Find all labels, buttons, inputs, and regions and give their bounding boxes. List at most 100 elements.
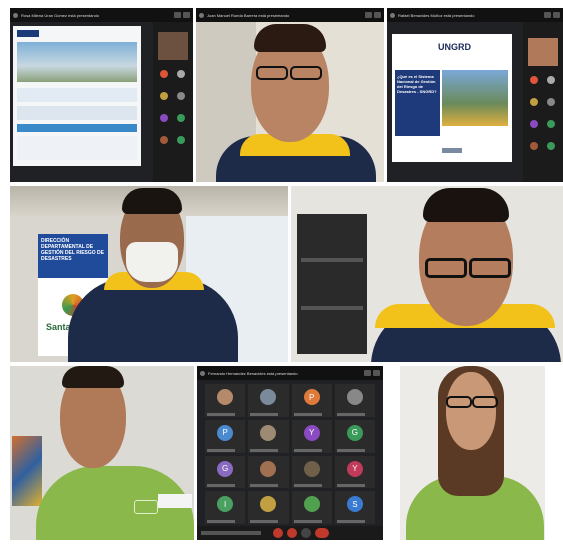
participant-name xyxy=(207,412,236,416)
participant-name xyxy=(336,412,365,416)
participant-avatar xyxy=(303,496,320,513)
participant-jacket xyxy=(68,278,238,362)
window-titlebar: Juan Manuel Rueda Barrera está presentan… xyxy=(196,8,384,22)
participant-avatar: I xyxy=(217,496,234,513)
ungrd-logo: UNGRD xyxy=(438,42,471,52)
video-tile-presentation-right[interactable]: Rafael Benavides Muñoz está presentando … xyxy=(387,8,563,182)
shared-slide: UNGRD ¿Qué es el Sistema Nacional de Ges… xyxy=(392,34,512,162)
layout-button[interactable] xyxy=(364,370,371,376)
participant-hair xyxy=(62,366,124,388)
participant-cell[interactable]: Y xyxy=(334,455,375,489)
participant-name xyxy=(207,484,236,488)
video-toggle-button[interactable] xyxy=(287,528,297,538)
participant-icon xyxy=(530,76,538,84)
glasses xyxy=(290,66,322,80)
participant-name xyxy=(250,412,279,416)
participant-icon xyxy=(547,142,555,150)
participant-cell[interactable]: S xyxy=(334,491,375,524)
participant-name xyxy=(293,448,322,452)
participant-icon xyxy=(530,98,538,106)
participant-list-left xyxy=(386,366,400,540)
participant-name xyxy=(250,520,279,523)
layout-button[interactable] xyxy=(174,12,181,18)
participant-cell[interactable] xyxy=(248,384,289,417)
avatar-icon xyxy=(390,12,395,18)
participant-cell[interactable]: P xyxy=(291,384,332,417)
layout-button[interactable] xyxy=(544,12,551,18)
glasses xyxy=(446,396,472,408)
participant-cell[interactable] xyxy=(334,384,375,417)
video-tile-green-polo-woman[interactable] xyxy=(386,366,563,540)
participant-avatar: S xyxy=(346,496,363,513)
avatar-icon xyxy=(13,12,18,18)
participant-icon xyxy=(547,120,555,128)
layout-button[interactable] xyxy=(365,12,372,18)
participant-cell[interactable]: I xyxy=(205,491,246,524)
doc-row xyxy=(17,124,137,132)
participant-avatar xyxy=(346,389,363,406)
participant-thumbnail[interactable] xyxy=(528,38,558,66)
video-tile-speaker-top[interactable]: Juan Manuel Rueda Barrera está presentan… xyxy=(196,8,384,182)
participant-cell[interactable] xyxy=(291,491,332,524)
participant-sidebar xyxy=(153,22,193,182)
glasses xyxy=(472,396,498,408)
participant-icon xyxy=(530,120,538,128)
more-button[interactable] xyxy=(374,12,381,18)
slide-footer-logo xyxy=(442,148,462,153)
participant-cell[interactable] xyxy=(248,419,289,453)
participant-list-right xyxy=(545,366,563,540)
present-button[interactable] xyxy=(301,528,311,538)
participant-name xyxy=(336,448,365,452)
participant-avatar xyxy=(260,496,277,513)
participant-cell[interactable]: Y xyxy=(291,419,332,453)
slide-question: ¿Qué es el Sistema Nacional de Gestión d… xyxy=(397,74,437,94)
video-tile-presentation-left[interactable]: Rosa Milena Uran Gomez está presentando xyxy=(10,8,193,182)
participant-name xyxy=(293,412,322,416)
participant-grid: P P Y G G Y I S xyxy=(205,384,375,524)
participant-icon xyxy=(160,70,168,78)
participant-hair xyxy=(122,188,182,214)
participant-thumbnail[interactable] xyxy=(158,32,188,60)
participant-name xyxy=(207,448,236,452)
face-mask xyxy=(126,242,178,282)
participant-cell[interactable]: P xyxy=(205,419,246,453)
banner-header: DIRECCIÓN DEPARTAMENTAL DE GESTIÓN DEL R… xyxy=(38,234,108,278)
doc-row xyxy=(17,88,137,102)
video-tile-masked-speaker[interactable]: DIRECCIÓN DEPARTAMENTAL DE GESTIÓN DEL R… xyxy=(10,186,288,362)
shelf xyxy=(301,258,363,262)
video-tile-green-polo-man[interactable] xyxy=(10,366,194,540)
participant-cell[interactable] xyxy=(248,491,289,524)
glasses xyxy=(469,258,511,278)
more-button[interactable] xyxy=(183,12,190,18)
participant-icon xyxy=(547,76,555,84)
avatar-icon xyxy=(200,370,205,376)
avatar-icon xyxy=(199,12,204,18)
mute-button[interactable] xyxy=(273,528,283,538)
participant-cell[interactable] xyxy=(248,455,289,489)
more-button[interactable] xyxy=(373,370,380,376)
participant-cell[interactable]: G xyxy=(205,455,246,489)
meeting-gallery-window[interactable]: Fernando Hernandez Benavides está presen… xyxy=(197,366,383,540)
hangup-button[interactable] xyxy=(315,528,329,538)
presenter-title: Rosa Milena Uran Gomez está presentando xyxy=(21,12,100,18)
more-button[interactable] xyxy=(553,12,560,18)
participant-name xyxy=(250,448,279,452)
participant-avatar: P xyxy=(217,424,234,441)
participant-avatar: P xyxy=(303,389,320,406)
window-titlebar: Rosa Milena Uran Gomez está presentando xyxy=(10,8,193,22)
meeting-name-field xyxy=(201,531,261,535)
shelf xyxy=(301,306,363,310)
participant-cell[interactable] xyxy=(205,384,246,417)
participant-avatar: Y xyxy=(346,460,363,477)
participant-icon xyxy=(177,70,185,78)
participant-cell[interactable]: G xyxy=(334,419,375,453)
glasses xyxy=(425,258,467,278)
doc-row xyxy=(17,106,137,120)
doc-hero-image xyxy=(17,42,137,82)
participant-cell[interactable] xyxy=(291,455,332,489)
meeting-controls xyxy=(197,526,383,540)
participant-name xyxy=(293,520,322,523)
window-titlebar: Rafael Benavides Muñoz está presentando xyxy=(387,8,563,22)
participant-avatar: Y xyxy=(303,424,320,441)
video-tile-speaker-shelf[interactable] xyxy=(291,186,563,362)
